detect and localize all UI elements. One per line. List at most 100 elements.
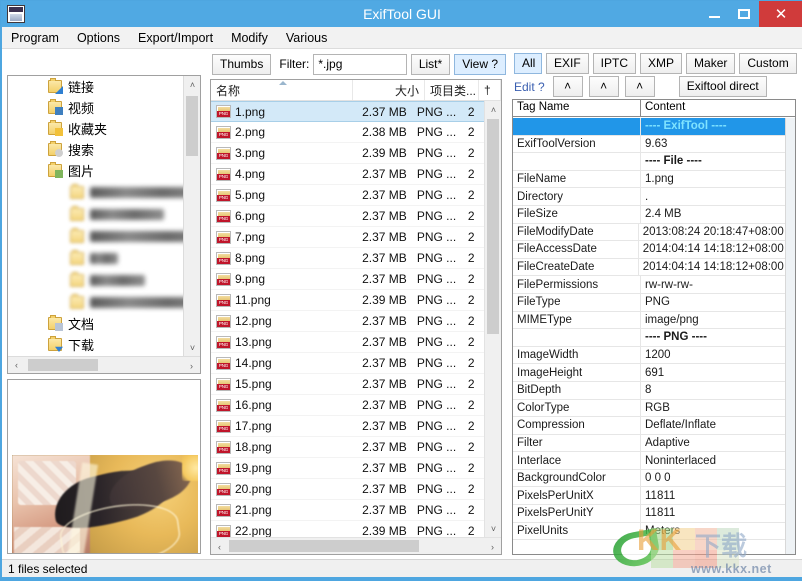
metadata-row[interactable]: ImageWidth1200 bbox=[513, 347, 785, 365]
category-xmp-button[interactable]: XMP bbox=[640, 53, 682, 74]
metadata-row[interactable]: FilterAdaptive bbox=[513, 435, 785, 453]
metadata-row[interactable]: FileTypePNG bbox=[513, 294, 785, 312]
table-row[interactable]: 1.png2.37 MBPNG ...2 bbox=[211, 101, 484, 122]
column-header-type[interactable]: 项目类... bbox=[425, 80, 479, 100]
file-list-horizontal-scrollbar[interactable]: ‹ › bbox=[211, 537, 501, 554]
table-row[interactable]: 9.png2.37 MBPNG ...2 bbox=[211, 269, 484, 290]
exiftool-direct-button[interactable]: Exiftool direct bbox=[679, 76, 767, 97]
table-row[interactable]: 19.png2.37 MBPNG ...2 bbox=[211, 458, 484, 479]
category-all-button[interactable]: All bbox=[514, 53, 542, 74]
metadata-table[interactable]: Tag Name Content ---- ExifTool ----ExifT… bbox=[512, 99, 796, 555]
metadata-row[interactable]: CompressionDeflate/Inflate bbox=[513, 417, 785, 435]
metadata-row[interactable]: FileSize2.4 MB bbox=[513, 206, 785, 224]
metadata-row[interactable]: FileCreateDate2014:04:14 14:18:12+08:00 bbox=[513, 259, 785, 277]
table-row[interactable]: 7.png2.37 MBPNG ...2 bbox=[211, 227, 484, 248]
category-custom-button[interactable]: Custom bbox=[739, 53, 796, 74]
file-hscroll-right-icon[interactable]: › bbox=[484, 538, 501, 555]
file-hscroll-left-icon[interactable]: ‹ bbox=[211, 538, 228, 555]
metadata-row[interactable]: FileModifyDate2013:08:24 20:18:47+08:00 bbox=[513, 224, 785, 242]
table-row[interactable]: 5.png2.37 MBPNG ...2 bbox=[211, 185, 484, 206]
metadata-row[interactable]: ColorTypeRGB bbox=[513, 400, 785, 418]
category-maker-button[interactable]: Maker bbox=[686, 53, 735, 74]
file-list-vertical-scrollbar[interactable]: ˄ ˅ bbox=[484, 101, 501, 537]
table-row[interactable]: 22.png2.39 MBPNG ...2 bbox=[211, 521, 484, 537]
table-row[interactable]: 18.png2.37 MBPNG ...2 bbox=[211, 437, 484, 458]
tree-horizontal-scrollbar[interactable]: ‹ › bbox=[8, 356, 200, 373]
maximize-button[interactable] bbox=[729, 1, 759, 27]
tree-scroll-down-icon[interactable]: ˅ bbox=[184, 339, 201, 356]
table-row[interactable]: 8.png2.37 MBPNG ...2 bbox=[211, 248, 484, 269]
tree-item[interactable]: 文档 bbox=[8, 313, 183, 334]
view-button[interactable]: View ? bbox=[454, 54, 506, 75]
table-row[interactable]: 21.png2.37 MBPNG ...2 bbox=[211, 500, 484, 521]
menu-item-export-import[interactable]: Export/Import bbox=[129, 29, 222, 47]
menu-item-program[interactable]: Program bbox=[2, 29, 68, 47]
table-row[interactable]: 13.png2.37 MBPNG ...2 bbox=[211, 332, 484, 353]
table-row[interactable]: 20.png2.37 MBPNG ...2 bbox=[211, 479, 484, 500]
image-preview-panel[interactable] bbox=[7, 379, 201, 554]
close-button[interactable]: ✕ bbox=[759, 1, 802, 27]
metadata-row[interactable]: FilePermissionsrw-rw-rw- bbox=[513, 276, 785, 294]
tree-item[interactable]: 图片 bbox=[8, 160, 183, 181]
metadata-column-content[interactable]: Content bbox=[641, 100, 795, 116]
file-scroll-thumb[interactable] bbox=[487, 119, 499, 334]
minimize-button[interactable] bbox=[699, 1, 729, 27]
metadata-row[interactable]: ---- ExifTool ---- bbox=[513, 118, 785, 136]
tree-hscroll-thumb[interactable] bbox=[28, 359, 98, 371]
file-list[interactable]: 名称 大小 项目类... † 1.png2.37 MBPNG ...22.png… bbox=[210, 79, 502, 555]
table-row[interactable]: 14.png2.37 MBPNG ...2 bbox=[211, 353, 484, 374]
tree-item[interactable]: ██████████████ bbox=[8, 225, 183, 247]
tree-item[interactable]: 视频 bbox=[8, 97, 183, 118]
column-header-date[interactable]: † bbox=[479, 80, 501, 100]
metadata-row[interactable]: FileAccessDate2014:04:14 14:18:12+08:00 bbox=[513, 241, 785, 259]
tree-item[interactable]: 搜索 bbox=[8, 139, 183, 160]
menu-item-various[interactable]: Various bbox=[277, 29, 336, 47]
tree-item[interactable]: █████████████ bbox=[8, 181, 183, 203]
category-iptc-button[interactable]: IPTC bbox=[593, 53, 636, 74]
metadata-row[interactable]: ImageHeight691 bbox=[513, 364, 785, 382]
edit-caret-button-2[interactable]: ˄ bbox=[589, 76, 619, 97]
file-scroll-up-icon[interactable]: ˄ bbox=[485, 101, 502, 118]
category-exif-button[interactable]: EXIF bbox=[546, 53, 589, 74]
tree-item[interactable]: 收藏夹 bbox=[8, 118, 183, 139]
metadata-vertical-scrollbar[interactable] bbox=[785, 118, 795, 554]
tree-item[interactable]: ██████████████ bbox=[8, 291, 183, 313]
metadata-row[interactable]: PixelsPerUnitX11811 bbox=[513, 487, 785, 505]
metadata-row[interactable]: PixelUnitsMeters bbox=[513, 523, 785, 541]
metadata-row[interactable]: ---- PNG ---- bbox=[513, 329, 785, 347]
tree-scroll-left-icon[interactable]: ‹ bbox=[8, 357, 25, 374]
tree-item[interactable]: ██████ bbox=[8, 269, 183, 291]
menu-item-modify[interactable]: Modify bbox=[222, 29, 277, 47]
tree-scroll-thumb[interactable] bbox=[186, 96, 198, 156]
file-hscroll-thumb[interactable] bbox=[229, 540, 419, 552]
metadata-row[interactable]: Directory. bbox=[513, 188, 785, 206]
column-header-size[interactable]: 大小 bbox=[353, 80, 425, 100]
edit-caret-button-1[interactable]: ˄ bbox=[553, 76, 583, 97]
table-row[interactable]: 11.png2.39 MBPNG ...2 bbox=[211, 290, 484, 311]
table-row[interactable]: 4.png2.37 MBPNG ...2 bbox=[211, 164, 484, 185]
metadata-row[interactable]: ExifToolVersion9.63 bbox=[513, 136, 785, 154]
tree-item[interactable]: 下载 bbox=[8, 334, 183, 355]
metadata-row[interactable]: ---- File ---- bbox=[513, 153, 785, 171]
table-row[interactable]: 3.png2.39 MBPNG ...2 bbox=[211, 143, 484, 164]
tree-item[interactable]: 链接 bbox=[8, 76, 183, 97]
table-row[interactable]: 17.png2.37 MBPNG ...2 bbox=[211, 416, 484, 437]
table-row[interactable]: 2.png2.38 MBPNG ...2 bbox=[211, 122, 484, 143]
edit-label[interactable]: Edit ? bbox=[514, 80, 545, 94]
metadata-row[interactable]: PixelsPerUnitY11811 bbox=[513, 505, 785, 523]
tree-item[interactable]: ███ bbox=[8, 247, 183, 269]
metadata-row[interactable]: BitDepth8 bbox=[513, 382, 785, 400]
table-row[interactable]: 16.png2.37 MBPNG ...2 bbox=[211, 395, 484, 416]
tree-scroll-up-icon[interactable]: ˄ bbox=[184, 76, 201, 93]
tree-item[interactable]: ████████ bbox=[8, 203, 183, 225]
file-scroll-down-icon[interactable]: ˅ bbox=[485, 520, 502, 537]
tree-vertical-scrollbar[interactable]: ˄ ˅ bbox=[183, 76, 200, 356]
filter-input[interactable] bbox=[313, 54, 406, 75]
metadata-row[interactable]: FileName1.png bbox=[513, 171, 785, 189]
metadata-row[interactable]: MIMETypeimage/png bbox=[513, 312, 785, 330]
metadata-row[interactable]: BackgroundColor0 0 0 bbox=[513, 470, 785, 488]
table-row[interactable]: 12.png2.37 MBPNG ...2 bbox=[211, 311, 484, 332]
metadata-column-tag[interactable]: Tag Name bbox=[513, 100, 641, 116]
table-row[interactable]: 6.png2.37 MBPNG ...2 bbox=[211, 206, 484, 227]
table-row[interactable]: 15.png2.37 MBPNG ...2 bbox=[211, 374, 484, 395]
